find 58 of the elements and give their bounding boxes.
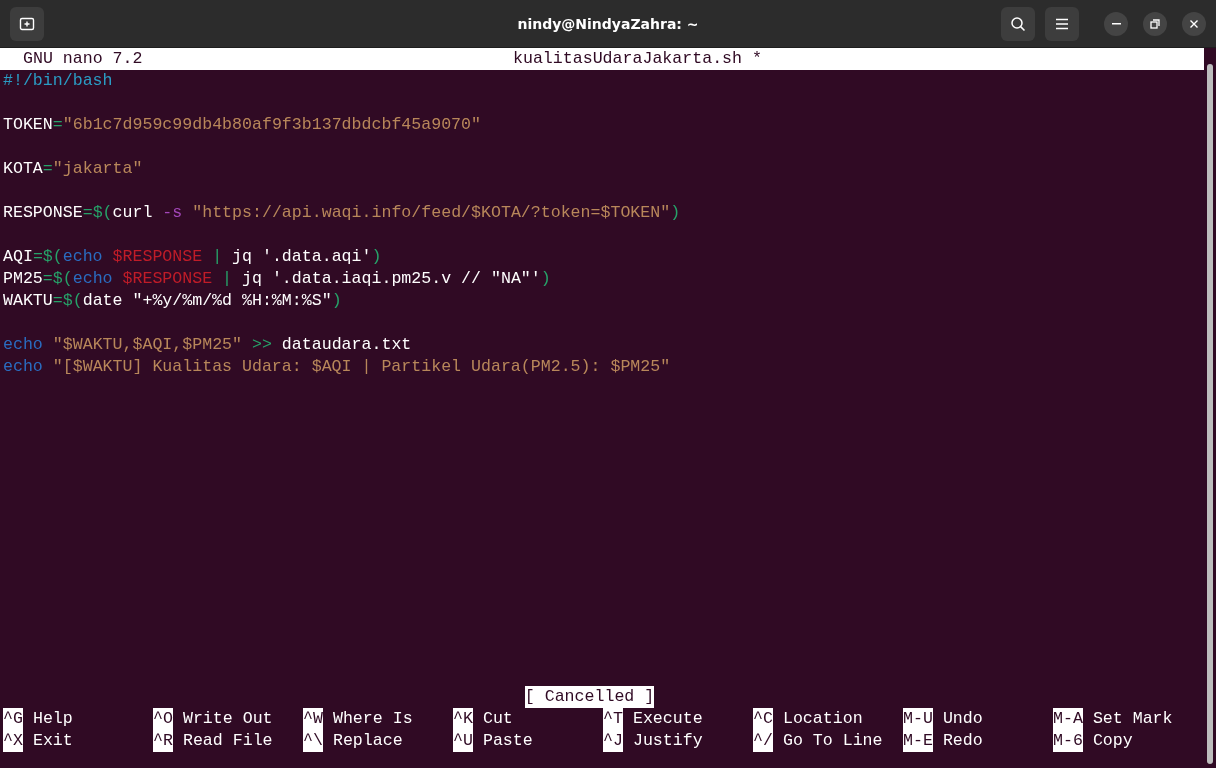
shortcut-key: ^T <box>603 708 623 730</box>
code-line: AQI=$(echo $RESPONSE | jq '.data.aqi') <box>3 246 383 268</box>
shortcut-label: Paste <box>482 730 533 752</box>
shortcut-key: ^W <box>303 708 323 730</box>
shortcut-label: Set Mark <box>1092 708 1173 730</box>
shortcut-key: ^C <box>753 708 773 730</box>
shortcut-label: Replace <box>332 730 403 752</box>
minimize-button[interactable] <box>1104 11 1128 36</box>
code-line: WAKTU=$(date "+%y/%m/%d %H:%M:%S") <box>3 290 343 312</box>
minimize-icon <box>1111 22 1121 25</box>
scrollbar-thumb[interactable] <box>1207 64 1213 764</box>
shortcut-label: Help <box>32 708 73 730</box>
shortcut-key: M-A <box>1053 708 1083 730</box>
code-line: echo "[$WAKTU] Kualitas Udara: $AQI | Partikel Udara(PM2.5): $PM25" <box>3 356 672 378</box>
shortcut-label: Undo <box>942 708 983 730</box>
nano-version: GNU nano 7.2 <box>23 48 144 70</box>
shortcut-key: M-E <box>903 730 933 752</box>
maximize-button[interactable] <box>1143 11 1167 36</box>
shortcut-label: Cut <box>482 708 513 730</box>
shortcut-key: M-6 <box>1053 730 1083 752</box>
shortcut-label: Read File <box>182 730 273 752</box>
window-title: nindy@NindyaZahra: ~ <box>517 15 699 32</box>
restore-icon <box>1150 18 1160 29</box>
code-line: #!/bin/bash <box>3 70 114 92</box>
shortcut-label: Exit <box>32 730 73 752</box>
status-message: [ Cancelled ] <box>524 686 655 708</box>
file-name: kualitasUdaraJakarta.sh * <box>513 48 762 70</box>
shortcut-key: ^J <box>603 730 623 752</box>
shortcut-key: ^G <box>3 708 23 730</box>
shortcut-key: ^X <box>3 730 23 752</box>
menu-button[interactable] <box>1045 6 1079 41</box>
shortcut-label: Go To Line <box>782 730 883 752</box>
new-tab-button[interactable] <box>10 6 44 41</box>
shortcut-key: ^O <box>153 708 173 730</box>
shortcut-key: ^K <box>453 708 473 730</box>
shortcut-label: Where Is <box>332 708 413 730</box>
shortcut-label: Copy <box>1092 730 1133 752</box>
shortcut-key: ^U <box>453 730 473 752</box>
code-line: echo "$WAKTU,$AQI,$PM25" >> dataudara.txt <box>3 334 413 356</box>
shortcut-label: Location <box>782 708 863 730</box>
menu-icon <box>1055 17 1069 30</box>
code-line: PM25=$(echo $RESPONSE | jq '.data.iaqi.pm25.v // "NA"') <box>3 268 552 290</box>
shortcut-key: M-U <box>903 708 933 730</box>
close-icon <box>1189 18 1199 29</box>
shortcut-key: ^R <box>153 730 173 752</box>
code-line: KOTA="jakarta" <box>3 158 144 180</box>
code-line: TOKEN="6b1c7d959c99db4b80af9f3b137dbdcbf45a9070" <box>3 114 482 136</box>
shortcut-label: Write Out <box>182 708 273 730</box>
search-icon <box>1010 15 1026 32</box>
close-button[interactable] <box>1182 11 1206 36</box>
search-button[interactable] <box>1001 6 1035 41</box>
shortcut-key: ^\ <box>303 730 323 752</box>
shortcut-key: ^/ <box>753 730 773 752</box>
shortcut-label: Redo <box>942 730 983 752</box>
new-tab-icon <box>19 15 35 32</box>
shortcut-label: Justify <box>632 730 703 752</box>
shortcut-label: Execute <box>632 708 703 730</box>
code-line: RESPONSE=$(curl -s "https://api.waqi.info/feed/$KOTA/?token=$TOKEN") <box>3 202 682 224</box>
